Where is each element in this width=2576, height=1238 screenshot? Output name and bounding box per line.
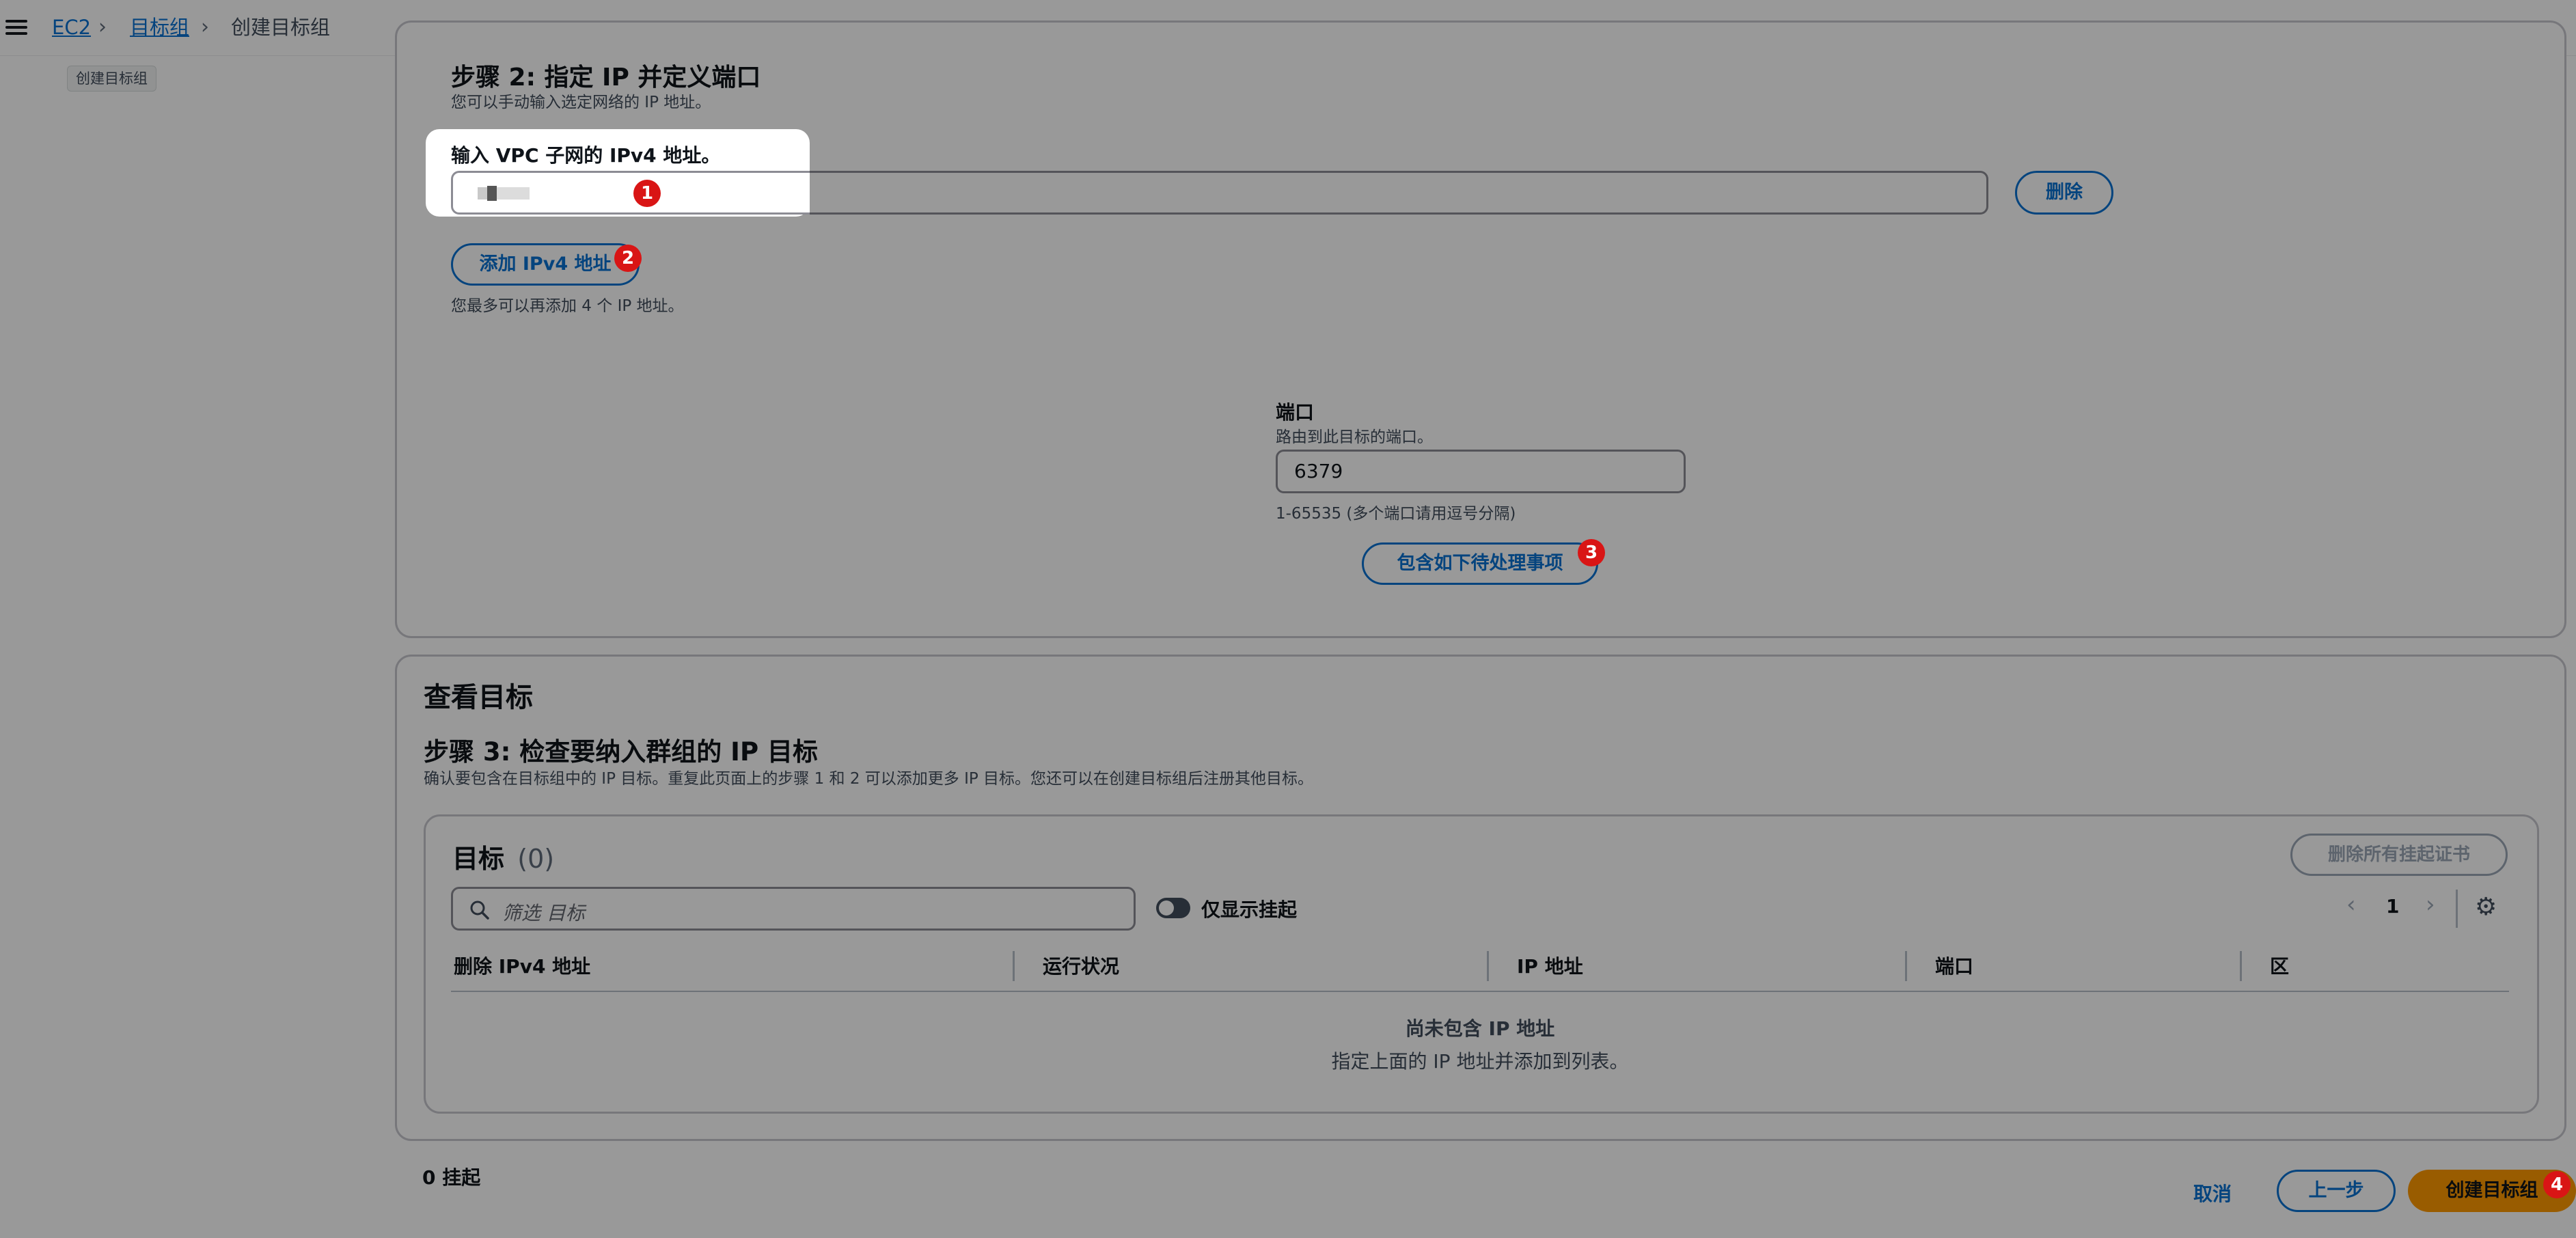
breadcrumb-target-groups[interactable]: 目标组 (130, 14, 189, 41)
remove-all-pending-button[interactable]: 删除所有挂起证书 (2290, 834, 2508, 876)
port-label: 端口 (1276, 401, 1315, 424)
show-pending-label: 仅显示挂起 (1201, 898, 1298, 921)
toggle-knob (1159, 900, 1174, 916)
targets-title: 目标 (0) (452, 838, 554, 875)
column-divider (1905, 951, 1907, 981)
column-divider (2240, 951, 2242, 981)
annotation-badge: 3 (1578, 539, 1605, 566)
masked-ip-value (487, 186, 497, 201)
masked-ip-value (478, 187, 487, 200)
empty-state-title: 尚未包含 IP 地址 (1405, 1017, 1555, 1040)
port-description: 路由到此目标的端口。 (1276, 428, 1433, 446)
filter-targets-input[interactable]: 筛选 目标 (451, 887, 1136, 931)
table-header-divider (451, 991, 2509, 992)
search-icon (470, 900, 489, 920)
annotation-badge: 1 (633, 180, 661, 207)
column-zone[interactable]: 区 (2270, 952, 2289, 979)
step2-title: 步骤 2: 指定 IP 并定义端口 (451, 64, 761, 92)
ip-field-label: 输入 VPC 子网的 IPv4 地址。 (451, 144, 721, 167)
review-title: 查看目标 (424, 682, 533, 713)
step3-description: 确认要包含在目标组中的 IP 目标。重复此页面上的步骤 1 和 2 可以添加更多… (424, 770, 1314, 788)
pagination-divider (2456, 890, 2458, 928)
annotation-badge: 4 (2543, 1171, 2571, 1198)
pending-count: 0 挂起 (422, 1166, 481, 1189)
next-page-icon[interactable]: › (2426, 891, 2435, 918)
previous-page-icon[interactable]: ‹ (2346, 891, 2356, 918)
port-input[interactable]: 6379 (1276, 450, 1686, 493)
breadcrumb-tooltip: 创建目标组 (67, 66, 156, 92)
step3-title: 步骤 3: 检查要纳入群组的 IP 目标 (424, 737, 818, 767)
breadcrumb-ec2[interactable]: EC2 (52, 14, 91, 41)
column-remove-ipv4[interactable]: 删除 IPv4 地址 (454, 952, 590, 979)
targets-title-text: 目标 (452, 844, 505, 874)
ipv4-address-input[interactable] (451, 171, 810, 215)
column-divider (1013, 951, 1015, 981)
chevron-right-icon: › (98, 15, 107, 39)
annotation-badge: 2 (614, 245, 642, 272)
spotlight-highlight: 输入 VPC 子网的 IPv4 地址。 (426, 129, 810, 217)
targets-count: (0) (517, 844, 555, 874)
add-ip-hint: 您最多可以再添加 4 个 IP 地址。 (451, 297, 684, 315)
column-ip-address[interactable]: IP 地址 (1517, 952, 1583, 979)
previous-step-button[interactable]: 上一步 (2277, 1170, 2396, 1212)
breadcrumb-current: 创建目标组 (231, 16, 331, 39)
page-number[interactable]: 1 (2386, 895, 2399, 918)
gear-icon[interactable]: ⚙ (2475, 895, 2497, 920)
column-port[interactable]: 端口 (1935, 952, 1973, 979)
include-pending-button[interactable]: 包含如下待处理事项 (1362, 542, 1598, 585)
show-pending-toggle[interactable] (1156, 898, 1190, 918)
column-divider (1487, 951, 1489, 981)
column-health-status[interactable]: 运行状况 (1043, 952, 1119, 979)
port-constraint-hint: 1-65535 (多个端口请用逗号分隔) (1276, 505, 1516, 523)
chevron-right-icon: › (201, 15, 209, 39)
empty-state-description: 指定上面的 IP 地址并添加到列表。 (1331, 1050, 1629, 1073)
menu-icon[interactable] (5, 16, 27, 38)
remove-ip-button[interactable]: 删除 (2015, 171, 2113, 215)
step2-description: 您可以手动输入选定网络的 IP 地址。 (451, 94, 711, 111)
cancel-button[interactable]: 取消 (2193, 1179, 2232, 1207)
add-ipv4-button[interactable]: 添加 IPv4 地址 (451, 243, 640, 286)
masked-ip-value (497, 187, 530, 200)
filter-placeholder: 筛选 目标 (502, 902, 585, 924)
